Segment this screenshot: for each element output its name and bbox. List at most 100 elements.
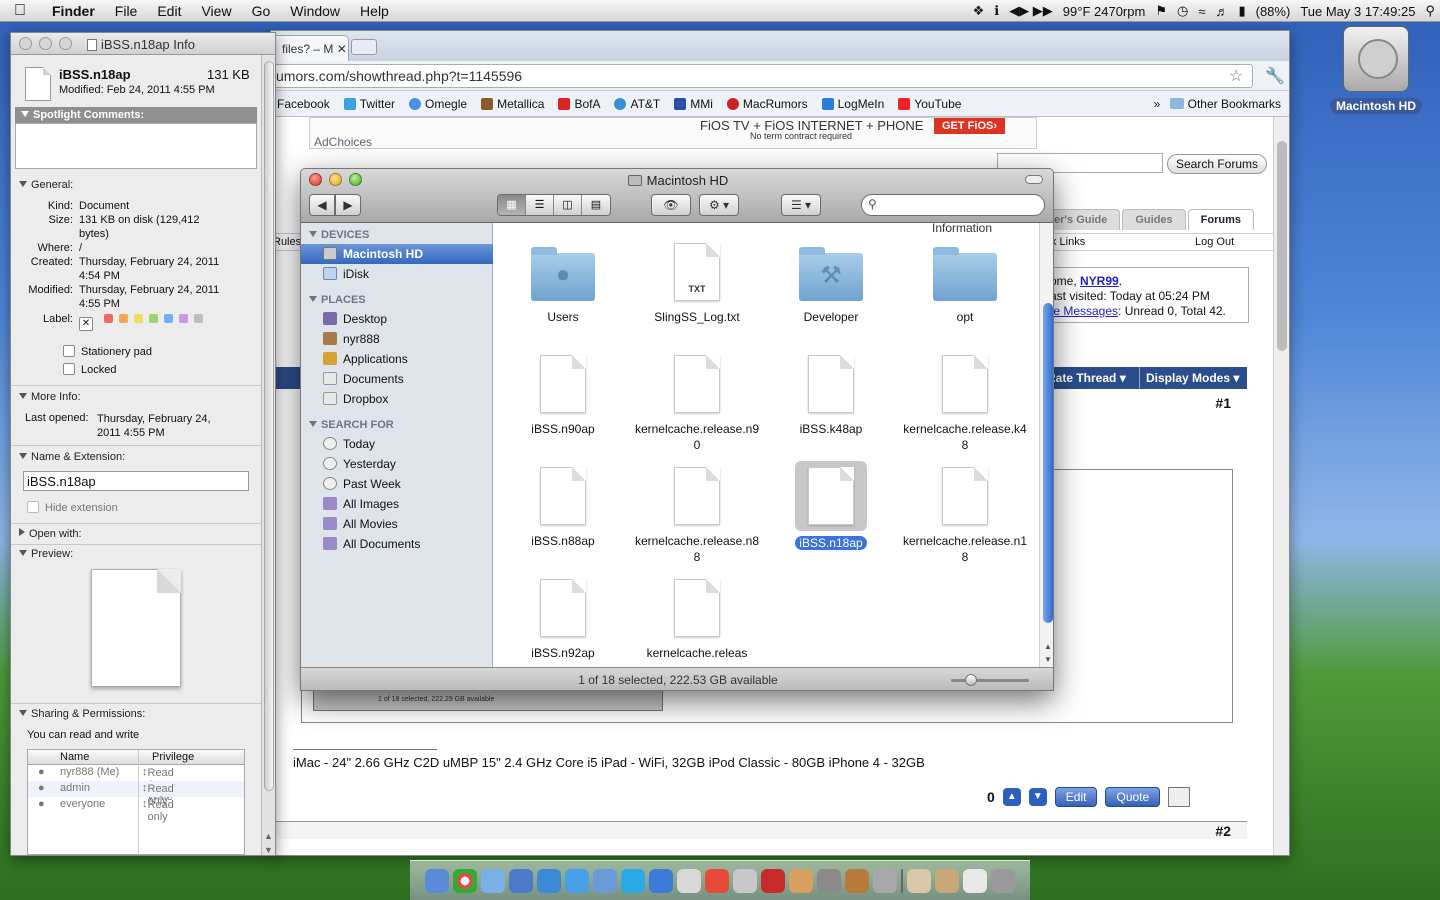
sidebar-item-all-movies[interactable]: All Movies <box>301 514 493 534</box>
rules-link[interactable]: Rules <box>273 236 301 248</box>
sidebar-item-all-documents[interactable]: All Documents <box>301 534 493 554</box>
permission-row[interactable]: ● admin ↕ Read only <box>28 781 244 807</box>
post-number-2[interactable]: #2 <box>1215 823 1231 839</box>
col-privilege[interactable]: Privilege <box>152 751 194 763</box>
bookmark-macrumors[interactable]: MacRumors <box>721 97 816 111</box>
search-forums-button[interactable]: Search Forums <box>1167 154 1268 174</box>
logout-link[interactable]: Log Out <box>1195 236 1234 248</box>
dock-mail-icon[interactable] <box>481 868 505 893</box>
close-button[interactable] <box>19 37 32 50</box>
icon-size-slider[interactable] <box>951 679 1029 682</box>
permission-row[interactable]: ●nyr888 (Me)↕ Read & Write <box>28 765 244 803</box>
info-scroll-thumb[interactable] <box>264 61 274 791</box>
icon-size-slider-knob[interactable] <box>965 674 977 686</box>
browser-scrollbar[interactable] <box>1273 117 1289 855</box>
file-item-kernelcache-n88[interactable]: kernelcache.release.n88 <box>630 467 764 565</box>
bookmark-bofa[interactable]: BofA <box>552 97 608 111</box>
file-item-ibss-n18ap-selected[interactable]: iBSS.n18ap <box>764 461 898 551</box>
file-item-kernelcache-k48[interactable]: kernelcache.release.k48 <box>898 355 1032 453</box>
info-scrollbar[interactable]: ▲ ▼ <box>261 55 275 855</box>
scroll-up-icon[interactable]: ▲ <box>264 831 273 841</box>
sidebar-item-home[interactable]: nyr888 <box>301 329 493 349</box>
menu-edit[interactable]: Edit <box>147 3 191 19</box>
dock-skype-icon[interactable] <box>621 868 645 893</box>
post-number-1[interactable]: #1 <box>1215 395 1231 411</box>
menu-file[interactable]: File <box>105 3 148 19</box>
label-gray[interactable] <box>194 314 204 323</box>
dock-garageband-icon[interactable] <box>845 868 869 893</box>
quick-links[interactable]: k Links <box>1051 236 1085 248</box>
col-name[interactable]: Name <box>60 751 89 763</box>
name-extension-section-header[interactable]: Name & Extension: <box>19 451 125 463</box>
file-item-developer[interactable]: ⚒ Developer <box>764 245 898 325</box>
stationery-pad-checkbox[interactable]: Stationery pad <box>63 345 152 358</box>
column-view-button[interactable]: ◫ <box>554 195 582 215</box>
places-header[interactable]: PLACES <box>309 294 366 306</box>
dock-calendar-icon[interactable] <box>705 868 729 893</box>
file-item-kernelcache-n18[interactable]: kernelcache.release.n18 <box>898 467 1032 565</box>
dock-utility-icon[interactable] <box>817 868 841 893</box>
privilege-popup[interactable]: ↕ Read only <box>142 798 174 823</box>
label-purple[interactable] <box>179 314 189 323</box>
clock[interactable]: Tue May 3 17:49:25 <box>1295 4 1420 19</box>
dock-photobooth-icon[interactable] <box>761 868 785 893</box>
display-modes-menu[interactable]: Display Modes ▾ <box>1139 367 1245 389</box>
scroll-down-icon[interactable]: ▼ <box>1044 655 1052 664</box>
permission-row[interactable]: ● everyone ↕ Read only <box>28 797 244 823</box>
spotlight-comments-header[interactable]: Spotlight Comments: <box>15 107 257 123</box>
file-item-users[interactable]: ● Users <box>496 245 630 325</box>
minimize-button[interactable] <box>39 37 52 50</box>
new-tab-button[interactable] <box>351 39 377 55</box>
file-item-opt[interactable]: opt <box>898 245 1032 325</box>
browser-scroll-thumb[interactable] <box>1277 141 1287 351</box>
adchoices-link[interactable]: AdChoices <box>314 135 372 149</box>
open-with-section-header[interactable]: Open with: <box>19 528 82 540</box>
scroll-down-icon[interactable]: ▼ <box>264 845 273 855</box>
wrench-icon[interactable]: 🔧 <box>1265 66 1285 86</box>
private-messages-link[interactable]: te Messages <box>1050 304 1118 318</box>
finder-scroll-thumb[interactable] <box>1043 303 1053 623</box>
dock-system-prefs-icon[interactable] <box>873 868 897 893</box>
bookmark-twitter[interactable]: Twitter <box>338 97 403 111</box>
general-section-header[interactable]: General: <box>19 179 73 191</box>
vote-down-icon[interactable]: ▼ <box>1028 788 1047 806</box>
info-icon[interactable]: ℹ <box>989 3 1004 19</box>
action-gear-icon[interactable]: ⚙ ▾ <box>699 194 739 216</box>
privilege-popup[interactable]: ↕ Read only <box>142 782 174 807</box>
dock-trash-icon[interactable] <box>991 868 1015 893</box>
dock-script-icon[interactable] <box>677 868 701 893</box>
dock-finder-icon[interactable] <box>425 868 449 893</box>
wifi-icon[interactable]: ≈ <box>1193 4 1210 19</box>
other-bookmarks[interactable]: » Other Bookmarks <box>1154 97 1281 111</box>
bookmark-star-icon[interactable]: ☆ <box>1229 66 1243 86</box>
close-tab-icon[interactable]: ✕ <box>337 42 347 56</box>
rate-thread-menu[interactable]: Rate Thread ▾ <box>1047 371 1126 385</box>
sidebar-item-today[interactable]: Today <box>301 434 493 454</box>
bookmark-facebook[interactable]: Facebook <box>271 97 338 111</box>
label-green[interactable] <box>149 314 159 323</box>
sidebar-item-idisk[interactable]: iDisk <box>301 264 493 284</box>
spotlight-comments-field[interactable] <box>15 123 257 169</box>
multi-quote-icon[interactable] <box>1168 787 1191 807</box>
menu-app-finder[interactable]: Finder <box>40 3 105 19</box>
zoom-button[interactable] <box>59 37 72 50</box>
dock-app-store-icon[interactable] <box>537 868 561 893</box>
label-red[interactable] <box>104 314 114 323</box>
quote-button[interactable]: Quote <box>1105 787 1161 807</box>
spotlight-icon[interactable]: ⚲ <box>1420 3 1440 19</box>
apple-menu-icon[interactable]:  <box>0 2 40 20</box>
ad-cta-button[interactable]: GET FiOS› <box>934 118 1005 134</box>
bookmark-mmi[interactable]: MMi <box>668 97 721 111</box>
vote-up-icon[interactable]: ▲ <box>1002 788 1021 806</box>
preview-section-header[interactable]: Preview: <box>19 548 73 560</box>
file-item-slingss-log[interactable]: TXT SlingSS_Log.txt <box>630 243 764 325</box>
tab-guides[interactable]: Guides <box>1122 209 1186 230</box>
file-item-ibss-n90ap[interactable]: iBSS.n90ap <box>496 355 630 437</box>
file-item-ibss-k48ap[interactable]: iBSS.k48ap <box>764 355 898 437</box>
weather-readout[interactable]: 99°F 2470rpm <box>1058 4 1151 19</box>
sidebar-item-applications[interactable]: Applications <box>301 349 493 369</box>
sidebar-item-desktop[interactable]: Desktop <box>301 309 493 329</box>
label-orange[interactable] <box>119 314 129 323</box>
dock-preview-icon[interactable] <box>733 868 757 893</box>
bookmark-metallica[interactable]: Metallica <box>475 97 552 111</box>
